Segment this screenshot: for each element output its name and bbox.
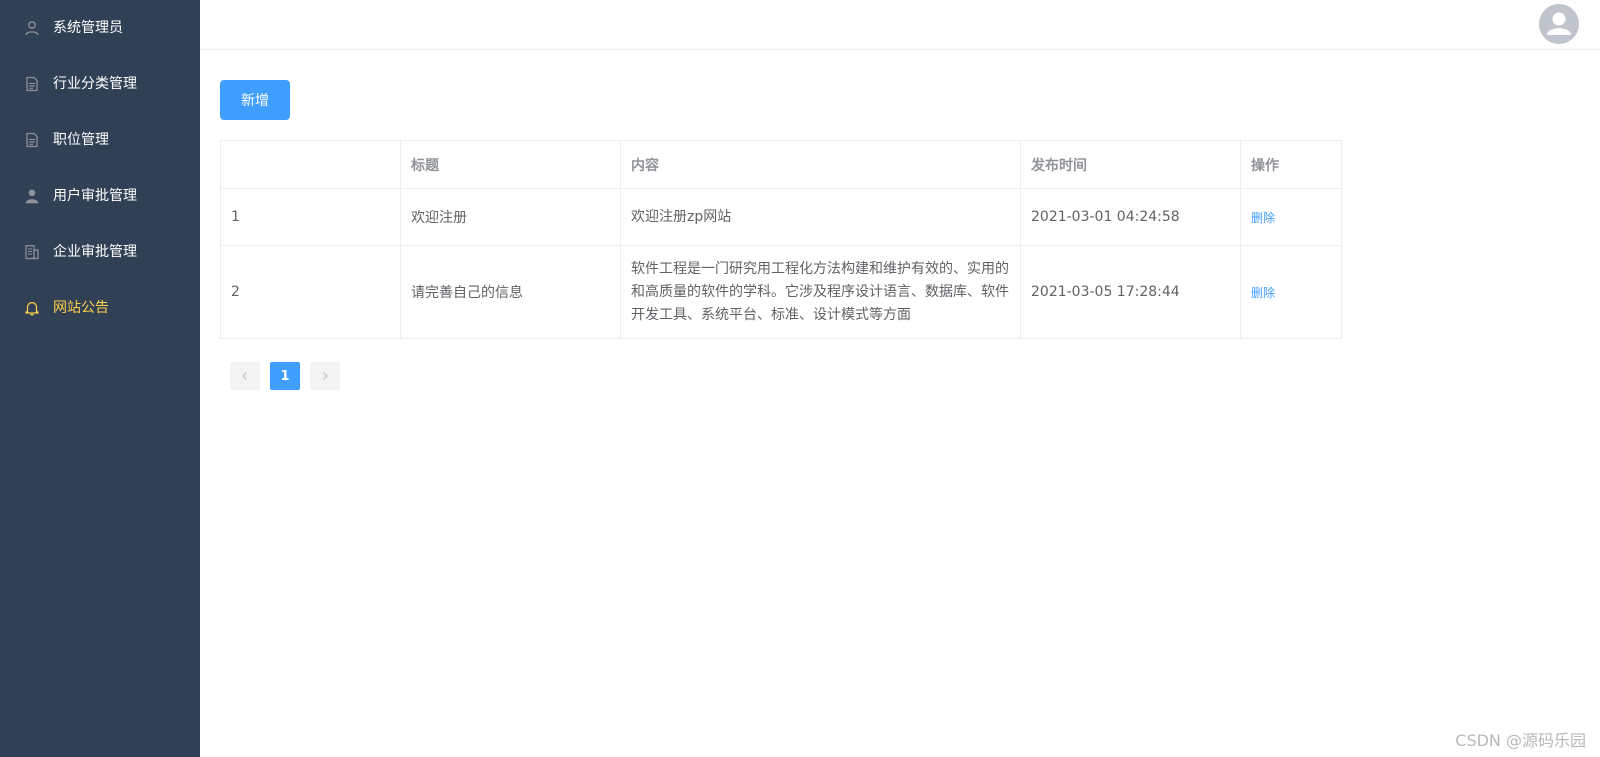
watermark-text: CSDN @源码乐园	[1455, 731, 1586, 750]
document-icon	[26, 76, 38, 92]
sidebar: 系统管理员 行业分类管理 职位管理 用户审批管理 企业审批管理 网站公告	[0, 0, 200, 757]
sidebar-item-label: 用户审批管理	[53, 188, 137, 204]
avatar-icon	[1539, 4, 1579, 44]
top-header	[200, 0, 1600, 50]
column-header-content: 内容	[620, 140, 1021, 189]
delete-link[interactable]: 删除	[1251, 286, 1275, 300]
cell-time: 2021-03-05 17:28:44	[1020, 245, 1241, 339]
user-solid-icon	[25, 189, 39, 204]
sidebar-item-positions[interactable]: 职位管理	[0, 112, 200, 168]
sidebar-item-label: 职位管理	[53, 132, 109, 148]
sidebar-item-label: 系统管理员	[53, 20, 123, 36]
cell-time: 2021-03-01 04:24:58	[1020, 188, 1241, 246]
sidebar-item-admin[interactable]: 系统管理员	[0, 0, 200, 56]
sidebar-item-industry[interactable]: 行业分类管理	[0, 56, 200, 112]
cell-action: 删除	[1240, 245, 1342, 339]
sidebar-item-label: 行业分类管理	[53, 76, 137, 92]
pagination-prev-button[interactable]	[230, 362, 260, 390]
column-header-title: 标题	[400, 140, 621, 189]
sidebar-item-label: 网站公告	[53, 300, 109, 316]
cell-title: 欢迎注册	[400, 188, 621, 246]
column-header-index	[220, 140, 401, 189]
table-row: 1 欢迎注册 欢迎注册zp网站 2021-03-01 04:24:58 删除	[220, 188, 1342, 246]
cell-title: 请完善自己的信息	[400, 245, 621, 339]
bell-icon	[25, 301, 39, 316]
sidebar-item-announcements[interactable]: 网站公告	[0, 280, 200, 336]
cell-content: 欢迎注册zp网站	[620, 188, 1021, 246]
document-icon	[26, 132, 38, 148]
cell-index: 1	[220, 188, 401, 246]
cell-content: 软件工程是一门研究用工程化方法构建和维护有效的、实用的和高质量的软件的学科。它涉…	[620, 245, 1021, 339]
sidebar-item-company-approval[interactable]: 企业审批管理	[0, 224, 200, 280]
app-root: 系统管理员 行业分类管理 职位管理 用户审批管理 企业审批管理 网站公告 新增 …	[0, 0, 1600, 757]
chevron-left-icon	[242, 372, 247, 380]
user-avatar[interactable]	[1539, 4, 1579, 44]
sidebar-item-label: 企业审批管理	[53, 244, 137, 260]
column-header-action: 操作	[1240, 140, 1342, 189]
pagination-next-button[interactable]	[310, 362, 340, 390]
chevron-right-icon	[323, 372, 328, 380]
add-button[interactable]: 新增	[220, 80, 290, 120]
office-building-icon	[25, 245, 39, 260]
cell-action: 删除	[1240, 188, 1342, 246]
user-outline-icon	[25, 21, 39, 36]
pagination-page-number[interactable]: 1	[270, 362, 300, 390]
column-header-time: 发布时间	[1020, 140, 1241, 189]
announcement-table: 标题 内容 发布时间 操作 1 欢迎注册 欢迎注册zp网站 2021-03-01…	[220, 140, 1342, 339]
table-row: 2 请完善自己的信息 软件工程是一门研究用工程化方法构建和维护有效的、实用的和高…	[220, 245, 1342, 339]
delete-link[interactable]: 删除	[1251, 211, 1275, 225]
cell-index: 2	[220, 245, 401, 339]
table-header: 标题 内容 发布时间 操作	[220, 140, 1342, 189]
sidebar-item-user-approval[interactable]: 用户审批管理	[0, 168, 200, 224]
